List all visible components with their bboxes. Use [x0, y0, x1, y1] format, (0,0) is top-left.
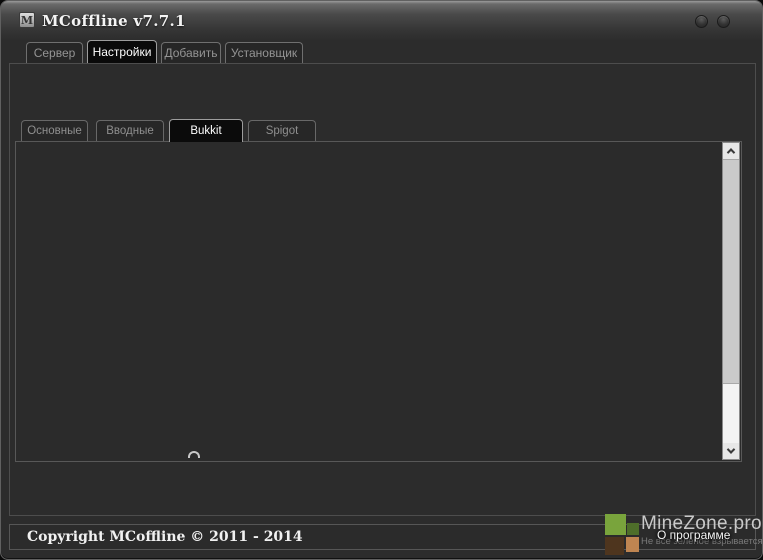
- close-button[interactable]: [717, 15, 730, 28]
- subtab-main[interactable]: Основные: [21, 120, 88, 141]
- scrollbar-thumb[interactable]: [723, 159, 739, 384]
- about-program-link[interactable]: О программе: [657, 528, 730, 542]
- tab-server[interactable]: Сервер: [26, 42, 83, 63]
- title-bar: M MCoffline v7.7.1: [1, 1, 762, 41]
- minezone-logo-icon: [605, 514, 626, 535]
- vertical-scrollbar[interactable]: [722, 142, 740, 460]
- app-icon: M: [19, 12, 35, 28]
- bukkit-page: [15, 141, 742, 462]
- tab-installer[interactable]: Установщик: [225, 42, 303, 63]
- chevron-down-icon: [727, 445, 735, 453]
- scroll-up-button[interactable]: [723, 143, 739, 159]
- tab-add[interactable]: Добавить: [161, 42, 221, 63]
- scroll-down-button[interactable]: [723, 443, 739, 459]
- clipped-control-artifact: [188, 451, 200, 458]
- app-window: M MCoffline v7.7.1 Сервер Настройки Доба…: [0, 0, 763, 560]
- subtab-inputs[interactable]: Вводные: [96, 120, 164, 141]
- copyright-text: Copyright MCoffline © 2011 - 2014: [27, 529, 303, 545]
- subtab-bukkit[interactable]: Bukkit: [169, 119, 243, 142]
- minezone-logo-icon: [605, 537, 624, 555]
- subtab-spigot[interactable]: Spigot: [248, 120, 316, 141]
- minimize-button[interactable]: [695, 15, 708, 28]
- chevron-up-icon: [727, 148, 735, 156]
- minezone-logo-icon: [626, 537, 639, 552]
- tab-settings[interactable]: Настройки: [87, 40, 157, 63]
- window-title: MCoffline v7.7.1: [42, 12, 186, 30]
- minezone-logo-icon: [627, 523, 639, 535]
